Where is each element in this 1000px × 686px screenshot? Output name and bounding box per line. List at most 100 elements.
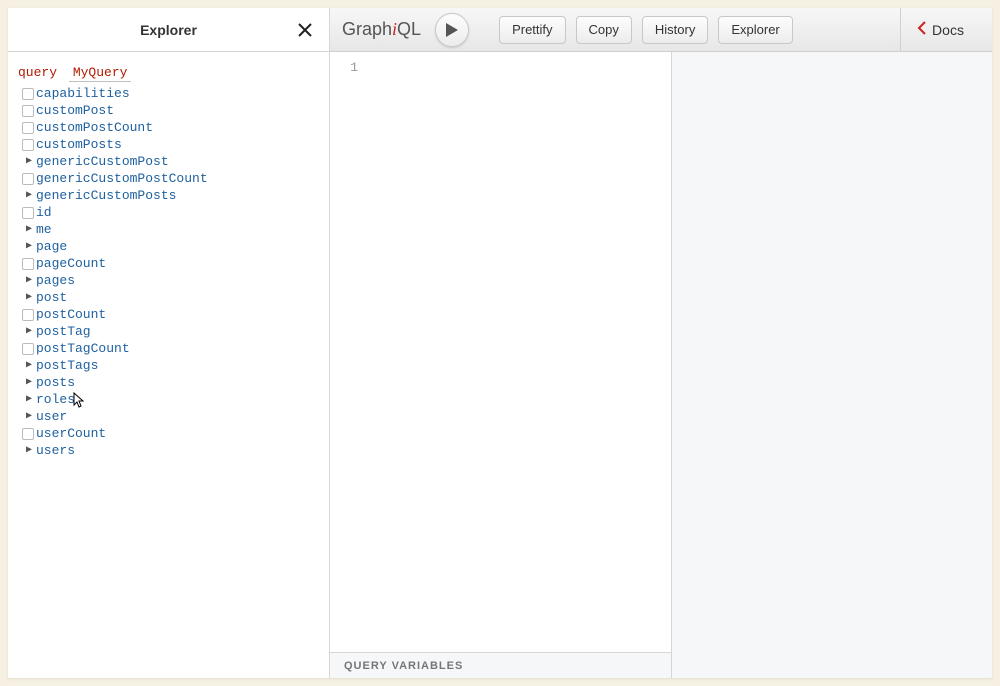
editor-row: 1 Query Variables [330,52,992,678]
field-label: postCount [36,306,106,324]
field-label: users [36,442,75,460]
field-checkbox[interactable] [22,173,34,185]
field-checkbox[interactable] [22,105,34,117]
explorer-field-post[interactable]: ▶post [22,290,319,307]
explorer-field-id[interactable]: id [22,205,319,222]
query-editor: 1 Query Variables [330,52,672,678]
explorer-field-pageCount[interactable]: pageCount [22,256,319,273]
explorer-query-line: query MyQuery [18,64,319,82]
prettify-label: Prettify [512,22,552,37]
explorer-field-genericCustomPost[interactable]: ▶genericCustomPost [22,154,319,171]
query-variables-toggle[interactable]: Query Variables [330,652,671,678]
explorer-body: query MyQuery capabilitiescustomPostcust… [8,52,329,678]
explorer-field-customPost[interactable]: customPost [22,103,319,120]
field-label: postTag [36,323,91,341]
field-label: customPostCount [36,119,153,137]
execute-button[interactable] [435,13,469,47]
docs-label: Docs [932,22,964,38]
field-checkbox[interactable] [22,139,34,151]
explorer-field-list: capabilitiescustomPostcustomPostCountcus… [18,86,319,460]
logo-text-pre: Graph [342,19,392,39]
expand-arrow-icon[interactable]: ▶ [22,376,36,390]
explorer-toggle-button[interactable]: Explorer [718,16,792,44]
code-area[interactable]: 1 [330,52,671,652]
explorer-field-postTags[interactable]: ▶postTags [22,358,319,375]
field-label: genericCustomPostCount [36,170,208,188]
history-button[interactable]: History [642,16,708,44]
field-label: user [36,408,67,426]
field-label: genericCustomPosts [36,187,176,205]
explorer-field-users[interactable]: ▶users [22,443,319,460]
topbar: GraphiQL Prettify Copy History Explorer [330,8,992,52]
explorer-field-postCount[interactable]: postCount [22,307,319,324]
field-label: capabilities [36,85,130,103]
query-keyword: query [18,65,57,80]
explorer-field-me[interactable]: ▶me [22,222,319,239]
expand-arrow-icon[interactable]: ▶ [22,359,36,373]
expand-arrow-icon[interactable]: ▶ [22,189,36,203]
explorer-field-page[interactable]: ▶page [22,239,319,256]
history-label: History [655,22,695,37]
docs-toggle[interactable]: Docs [900,8,980,51]
expand-arrow-icon[interactable]: ▶ [22,291,36,305]
copy-label: Copy [589,22,619,37]
line-number-1: 1 [330,60,358,75]
explorer-header: Explorer [8,8,329,52]
explorer-field-customPostCount[interactable]: customPostCount [22,120,319,137]
field-checkbox[interactable] [22,428,34,440]
code-content[interactable] [368,52,671,652]
app-frame: Explorer query MyQuery capabilitiescusto… [8,8,992,678]
field-checkbox[interactable] [22,343,34,355]
explorer-field-postTagCount[interactable]: postTagCount [22,341,319,358]
expand-arrow-icon[interactable]: ▶ [22,393,36,407]
expand-arrow-icon[interactable]: ▶ [22,325,36,339]
field-label: pageCount [36,255,106,273]
close-icon [298,23,312,37]
explorer-field-userCount[interactable]: userCount [22,426,319,443]
explorer-panel: Explorer query MyQuery capabilitiescusto… [8,8,330,678]
field-checkbox[interactable] [22,122,34,134]
field-label: pages [36,272,75,290]
expand-arrow-icon[interactable]: ▶ [22,444,36,458]
explorer-field-genericCustomPostCount[interactable]: genericCustomPostCount [22,171,319,188]
expand-arrow-icon[interactable]: ▶ [22,274,36,288]
field-checkbox[interactable] [22,258,34,270]
field-label: customPosts [36,136,122,154]
explorer-field-user[interactable]: ▶user [22,409,319,426]
field-label: roles [36,391,75,409]
explorer-field-roles[interactable]: ▶roles [22,392,319,409]
play-icon [445,22,459,38]
field-label: postTags [36,357,98,375]
field-checkbox[interactable] [22,207,34,219]
explorer-field-pages[interactable]: ▶pages [22,273,319,290]
copy-button[interactable]: Copy [576,16,632,44]
field-label: posts [36,374,75,392]
field-label: userCount [36,425,106,443]
field-label: me [36,221,52,239]
result-pane [672,52,992,678]
graphiql-panel: GraphiQL Prettify Copy History Explorer [330,8,992,678]
expand-arrow-icon[interactable]: ▶ [22,240,36,254]
explorer-field-posts[interactable]: ▶posts [22,375,319,392]
field-label: post [36,289,67,307]
query-variables-label: Query Variables [344,660,463,672]
field-checkbox[interactable] [22,88,34,100]
explorer-field-customPosts[interactable]: customPosts [22,137,319,154]
field-label: customPost [36,102,114,120]
explorer-title: Explorer [140,22,197,38]
expand-arrow-icon[interactable]: ▶ [22,223,36,237]
chevron-left-icon [917,21,926,38]
expand-arrow-icon[interactable]: ▶ [22,410,36,424]
field-label: id [36,204,52,222]
graphiql-logo: GraphiQL [342,19,421,40]
expand-arrow-icon[interactable]: ▶ [22,155,36,169]
explorer-field-capabilities[interactable]: capabilities [22,86,319,103]
field-label: page [36,238,67,256]
prettify-button[interactable]: Prettify [499,16,565,44]
query-name-input[interactable]: MyQuery [69,65,132,82]
explorer-close-button[interactable] [291,16,319,44]
field-label: genericCustomPost [36,153,169,171]
explorer-field-postTag[interactable]: ▶postTag [22,324,319,341]
field-checkbox[interactable] [22,309,34,321]
explorer-field-genericCustomPosts[interactable]: ▶genericCustomPosts [22,188,319,205]
